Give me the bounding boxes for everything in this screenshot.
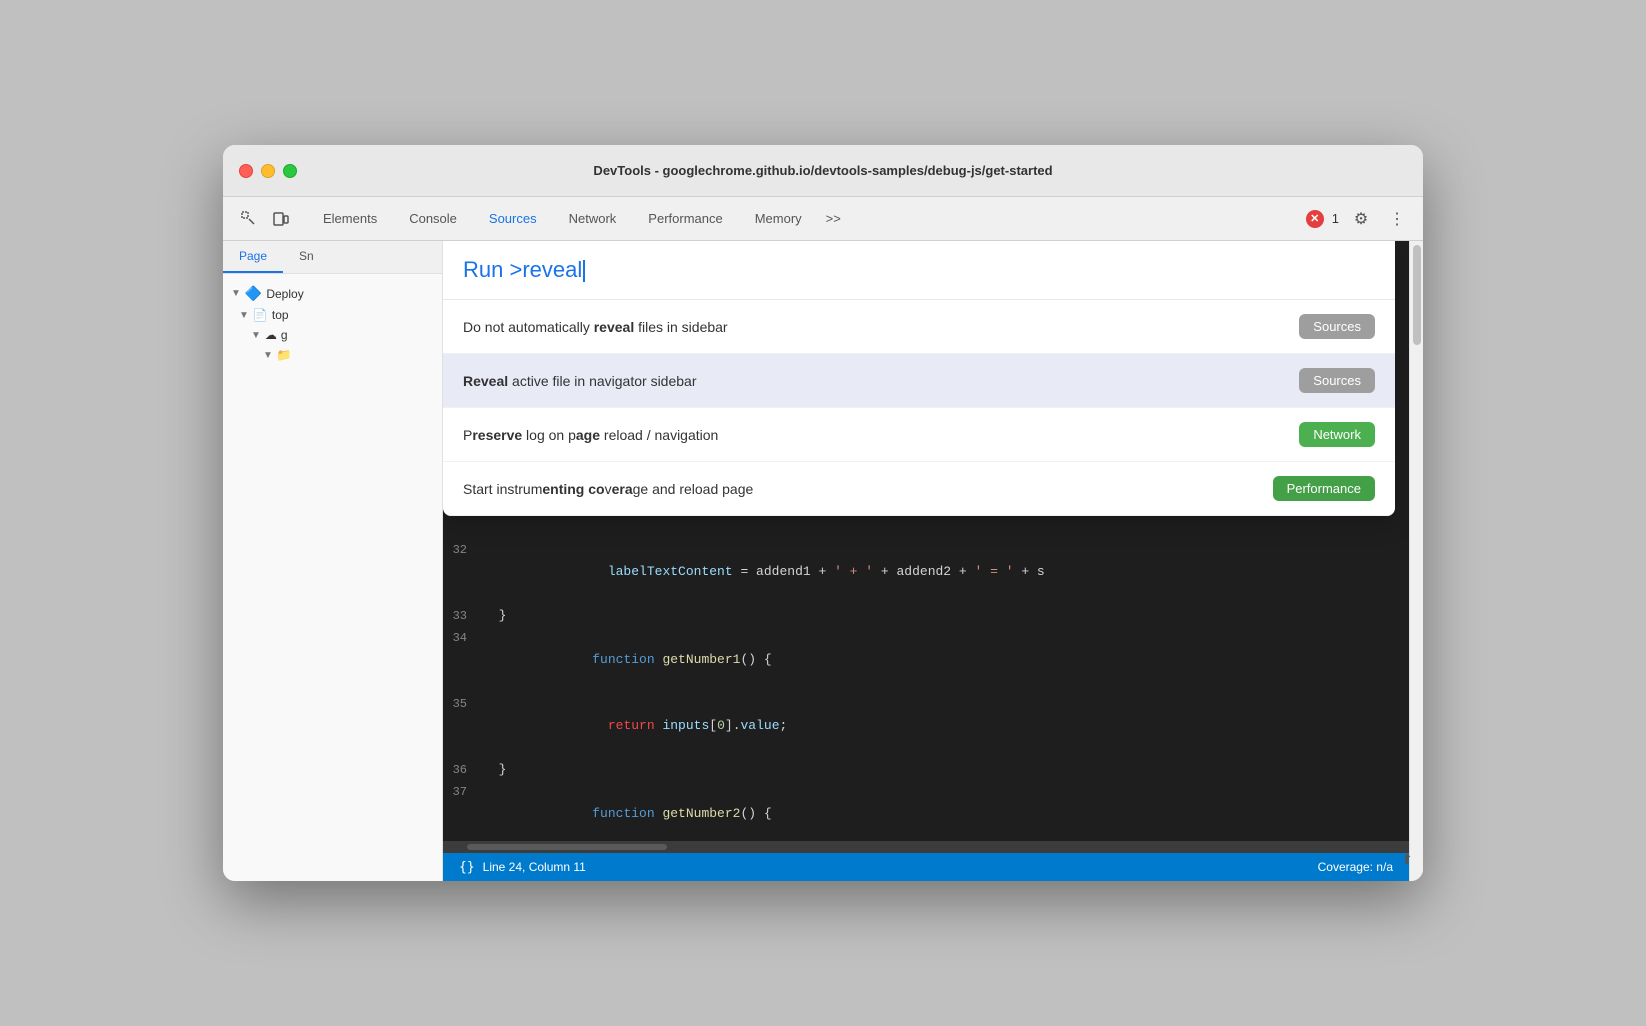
code-line-35: 35 return inputs[0].value; (443, 693, 1409, 759)
scrollbar-thumb[interactable] (467, 844, 667, 850)
cursor (583, 260, 585, 282)
code-text-37: function getNumber2() { (483, 781, 772, 841)
editor-footer: {} Line 24, Column 11 Coverage: n/a (443, 853, 1409, 881)
tree-item-top[interactable]: ▼ 📄 top (223, 305, 442, 325)
toolbar-right: ✕ 1 ⚙ ⋮ (1306, 205, 1411, 233)
sidebar: Page Sn ▼ 🔷 Deploy ▼ 📄 top ▼ ☁ g (223, 241, 443, 881)
command-result-1[interactable]: Do not automatically reveal files in sid… (443, 300, 1395, 354)
editor-content: 32 labelTextContent = addend1 + ' + ' + … (443, 531, 1409, 841)
tree-item-deploy[interactable]: ▼ 🔷 Deploy (223, 282, 442, 305)
right-scrollbar[interactable]: ⬆ (1409, 241, 1423, 881)
result-text-3: Preserve log on page reload / navigation (463, 427, 718, 443)
line-num-32: 32 (443, 539, 483, 561)
sidebar-tree: ▼ 🔷 Deploy ▼ 📄 top ▼ ☁ g ▼ 📁 (223, 274, 442, 881)
sidebar-tab-page[interactable]: Page (223, 241, 283, 273)
line-num-34: 34 (443, 627, 483, 649)
scrollbar-handle (1413, 245, 1421, 345)
code-text-36: } (483, 759, 506, 781)
main-editor: Run >reveal Do not automatically reveal … (443, 241, 1409, 881)
sidebar-tabs: Page Sn (223, 241, 442, 274)
inspect-icon[interactable] (235, 205, 263, 233)
traffic-lights (239, 164, 297, 178)
result-text-1: Do not automatically reveal files in sid… (463, 319, 728, 335)
code-line-33: 33 } (443, 605, 1409, 627)
command-result-3[interactable]: Preserve log on page reload / navigation… (443, 408, 1395, 462)
coverage-status: Coverage: n/a (1318, 860, 1393, 874)
code-text-34: function getNumber1() { (483, 627, 772, 693)
window-title: DevTools - googlechrome.github.io/devtoo… (593, 163, 1052, 178)
error-icon: ✕ (1306, 210, 1324, 228)
code-line-37: 37 function getNumber2() { (443, 781, 1409, 841)
result-badge-1[interactable]: Sources (1299, 314, 1375, 339)
toolbar: Elements Console Sources Network Perform… (223, 197, 1423, 241)
command-palette: Run >reveal Do not automatically reveal … (443, 241, 1395, 516)
more-options-icon[interactable]: ⋮ (1383, 205, 1411, 233)
command-input[interactable]: Run >reveal (463, 257, 585, 282)
command-input-row: Run >reveal (443, 241, 1395, 300)
tab-performance[interactable]: Performance (632, 205, 738, 232)
code-line-34: 34 function getNumber1() { (443, 627, 1409, 693)
editor-scrollbar[interactable] (443, 841, 1409, 853)
device-mode-icon[interactable] (267, 205, 295, 233)
content-area: Page Sn ▼ 🔷 Deploy ▼ 📄 top ▼ ☁ g (223, 241, 1423, 881)
line-num-36: 36 (443, 759, 483, 781)
line-num-33: 33 (443, 605, 483, 627)
sidebar-tab-snippets[interactable]: Sn (283, 241, 330, 273)
devtools-window: DevTools - googlechrome.github.io/devtoo… (223, 145, 1423, 881)
line-num-35: 35 (443, 693, 483, 715)
settings-icon[interactable]: ⚙ (1347, 205, 1375, 233)
tab-network[interactable]: Network (553, 205, 633, 232)
tree-item-folder[interactable]: ▼ 📁 (223, 345, 442, 365)
tab-console[interactable]: Console (393, 205, 473, 232)
line-num-37: 37 (443, 781, 483, 803)
more-tabs-button[interactable]: >> (818, 207, 849, 230)
result-text-4: Start instrumenting coverage and reload … (463, 481, 753, 497)
collapse-sidebar-button[interactable]: ⬆ (1393, 845, 1421, 873)
minimize-button[interactable] (261, 164, 275, 178)
input-value: >reveal (509, 257, 582, 282)
result-badge-4[interactable]: Performance (1273, 476, 1375, 501)
run-label: Run (463, 257, 509, 282)
result-badge-2[interactable]: Sources (1299, 368, 1375, 393)
line-col: Line 24, Column 11 (483, 860, 586, 874)
titlebar: DevTools - googlechrome.github.io/devtoo… (223, 145, 1423, 197)
tab-elements[interactable]: Elements (307, 205, 393, 232)
format-icon[interactable]: {} (459, 860, 475, 875)
code-line-36: 36 } (443, 759, 1409, 781)
maximize-button[interactable] (283, 164, 297, 178)
code-text-33: } (483, 605, 506, 627)
command-result-4[interactable]: Start instrumenting coverage and reload … (443, 462, 1395, 516)
command-result-2[interactable]: Reveal active file in navigator sidebar … (443, 354, 1395, 408)
tree-item-g[interactable]: ▼ ☁ g (223, 325, 442, 345)
tab-memory[interactable]: Memory (739, 205, 818, 232)
code-text-32: labelTextContent = addend1 + ' + ' + add… (483, 539, 1045, 605)
result-text-2: Reveal active file in navigator sidebar (463, 373, 696, 389)
code-text-35: return inputs[0].value; (483, 693, 787, 759)
tab-bar: Elements Console Sources Network Perform… (307, 205, 1302, 232)
error-count: 1 (1332, 211, 1339, 226)
close-button[interactable] (239, 164, 253, 178)
result-badge-3[interactable]: Network (1299, 422, 1375, 447)
tab-sources[interactable]: Sources (473, 205, 553, 232)
code-line-32: 32 labelTextContent = addend1 + ' + ' + … (443, 539, 1409, 605)
